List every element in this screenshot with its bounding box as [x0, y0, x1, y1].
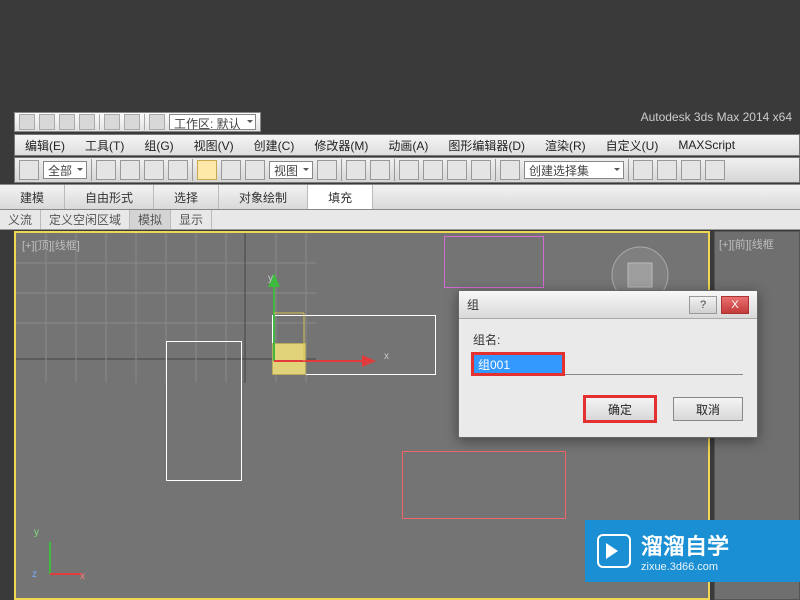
- scale-button[interactable]: [245, 160, 265, 180]
- spinner-snap-button[interactable]: [471, 160, 491, 180]
- group-name-input[interactable]: [473, 354, 563, 374]
- rotate-button[interactable]: [221, 160, 241, 180]
- subtab-idle-area[interactable]: 定义空闲区域: [41, 210, 130, 229]
- menu-group[interactable]: 组(G): [134, 137, 183, 154]
- viewport-label[interactable]: [+][顶][线框]: [22, 237, 80, 253]
- help-button[interactable]: ?: [689, 296, 717, 314]
- ok-button[interactable]: 确定: [585, 397, 655, 421]
- watermark-brand: 溜溜自学: [641, 529, 729, 561]
- dialog-titlebar[interactable]: 组 ? X: [459, 291, 757, 319]
- watermark: 溜溜自学 zixue.3d66.com: [585, 520, 800, 582]
- select-region-button[interactable]: [144, 160, 164, 180]
- subtab-display[interactable]: 显示: [171, 210, 212, 229]
- menu-customize[interactable]: 自定义(U): [596, 137, 669, 154]
- scene-rectangle-coral[interactable]: [402, 451, 566, 519]
- save-icon[interactable]: [79, 114, 95, 130]
- menu-modifiers[interactable]: 修改器(M): [304, 137, 378, 154]
- subtab-simulate[interactable]: 模拟: [130, 210, 171, 229]
- axis-label-y-corner: y: [34, 527, 39, 538]
- selection-corner-box: [272, 343, 306, 375]
- play-icon: [597, 534, 631, 568]
- undo-icon[interactable]: [104, 114, 120, 130]
- ribbon-tab-modeling[interactable]: 建模: [0, 185, 65, 209]
- curve-editor-button[interactable]: [705, 160, 725, 180]
- ribbon-tab-freeform[interactable]: 自由形式: [65, 185, 154, 209]
- separator: [394, 159, 395, 181]
- link-icon[interactable]: [149, 114, 165, 130]
- manipulate-button[interactable]: [346, 160, 366, 180]
- app-title: Autodesk 3ds Max 2014 x64: [641, 110, 792, 124]
- menu-edit[interactable]: 编辑(E): [15, 137, 75, 154]
- viewport-label-front[interactable]: [+][前][线框: [715, 232, 799, 256]
- select-button[interactable]: [96, 160, 116, 180]
- menu-create[interactable]: 创建(C): [244, 137, 305, 154]
- separator: [144, 114, 145, 130]
- watermark-url: zixue.3d66.com: [641, 561, 729, 573]
- mirror-button[interactable]: [633, 160, 653, 180]
- separator: [341, 159, 342, 181]
- quick-access-toolbar: 工作区: 默认: [14, 112, 261, 132]
- menu-maxscript[interactable]: MAXScript: [668, 138, 745, 152]
- percent-snap-button[interactable]: [447, 160, 467, 180]
- window-crossing-button[interactable]: [168, 160, 188, 180]
- pivot-button[interactable]: [317, 160, 337, 180]
- undo-button[interactable]: [19, 160, 39, 180]
- ref-coord-combo[interactable]: 视图: [269, 161, 313, 179]
- main-toolbar: 全部 视图 创建选择集: [14, 157, 800, 183]
- menu-graph-editors[interactable]: 图形编辑器(D): [438, 137, 535, 154]
- new-icon[interactable]: [39, 114, 55, 130]
- open-icon[interactable]: [59, 114, 75, 130]
- keyboard-shortcut-button[interactable]: [370, 160, 390, 180]
- ribbon-tab-selection[interactable]: 选择: [154, 185, 219, 209]
- subtab-flow[interactable]: 义流: [0, 210, 41, 229]
- menu-render[interactable]: 渲染(R): [535, 137, 596, 154]
- named-selection-combo[interactable]: 创建选择集: [524, 161, 624, 179]
- separator: [628, 159, 629, 181]
- named-selection-edit-button[interactable]: [500, 160, 520, 180]
- axis-label-x-corner: x: [80, 571, 85, 582]
- menu-tools[interactable]: 工具(T): [75, 137, 134, 154]
- redo-icon[interactable]: [124, 114, 140, 130]
- separator: [99, 114, 100, 130]
- selection-filter-combo[interactable]: 全部: [43, 161, 87, 179]
- axis-label-z-corner: z: [32, 569, 37, 580]
- axis-label-y: y: [268, 273, 273, 284]
- separator: [91, 159, 92, 181]
- scene-rectangle-selected-1[interactable]: [166, 341, 242, 481]
- menubar: 编辑(E) 工具(T) 组(G) 视图(V) 创建(C) 修改器(M) 动画(A…: [14, 134, 800, 156]
- world-axis-tripod: [36, 528, 96, 588]
- workspace-combo[interactable]: 工作区: 默认: [169, 114, 256, 130]
- menu-animation[interactable]: 动画(A): [378, 137, 438, 154]
- separator: [495, 159, 496, 181]
- axis-label-x: x: [384, 351, 389, 362]
- scene-rectangle-magenta[interactable]: [444, 236, 544, 288]
- close-button[interactable]: X: [721, 296, 749, 314]
- ribbon-tabs: 建模 自由形式 选择 对象绘制 填充: [0, 184, 800, 210]
- app-icon[interactable]: [19, 114, 35, 130]
- layers-button[interactable]: [681, 160, 701, 180]
- separator: [192, 159, 193, 181]
- group-dialog: 组 ? X 组名: 确定 取消: [458, 290, 758, 438]
- select-name-button[interactable]: [120, 160, 140, 180]
- angle-snap-button[interactable]: [423, 160, 443, 180]
- dialog-body: 组名: 确定 取消: [459, 319, 757, 437]
- snap-button[interactable]: [399, 160, 419, 180]
- move-button[interactable]: [197, 160, 217, 180]
- ribbon-tab-populate[interactable]: 填充: [308, 185, 373, 209]
- align-button[interactable]: [657, 160, 677, 180]
- group-name-label: 组名:: [473, 331, 743, 348]
- menu-view[interactable]: 视图(V): [184, 137, 244, 154]
- ribbon-panels: 义流 定义空闲区域 模拟 显示: [0, 210, 800, 230]
- ribbon-tab-object-paint[interactable]: 对象绘制: [219, 185, 308, 209]
- dialog-title-text: 组: [467, 296, 685, 313]
- cancel-button[interactable]: 取消: [673, 397, 743, 421]
